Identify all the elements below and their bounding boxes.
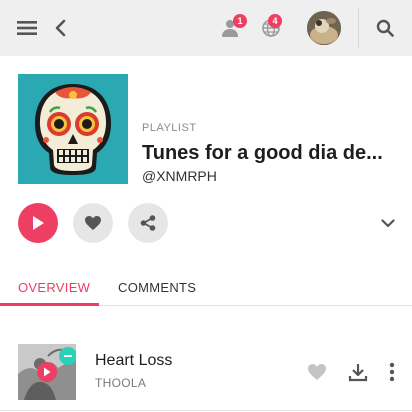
track-favorite-button[interactable] xyxy=(305,361,329,383)
track-artist[interactable]: THOOLA xyxy=(95,376,146,390)
friends-activity-button[interactable]: 4 xyxy=(253,0,289,56)
chevron-down-icon xyxy=(381,218,395,227)
notifications-button[interactable]: 1 xyxy=(214,0,250,56)
avatar xyxy=(307,11,341,45)
playlist-title: Tunes for a good dia de... xyxy=(142,142,383,164)
download-icon xyxy=(348,364,368,382)
track-download-button[interactable] xyxy=(346,360,370,384)
menu-icon xyxy=(17,21,37,35)
track-title[interactable]: Heart Loss xyxy=(95,352,172,370)
track-play-button[interactable] xyxy=(37,362,57,382)
playlist-owner-link[interactable]: @XNMRPH xyxy=(142,168,217,184)
play-button[interactable] xyxy=(18,203,58,243)
track-more-button[interactable] xyxy=(384,360,400,384)
search-icon xyxy=(376,19,394,37)
heart-icon xyxy=(308,364,326,380)
menu-button[interactable] xyxy=(14,0,40,56)
profile-button[interactable] xyxy=(305,0,343,56)
share-button[interactable] xyxy=(128,203,168,243)
list-divider xyxy=(0,410,412,411)
tab-comments[interactable]: COMMENTS xyxy=(118,280,196,295)
notifications-badge: 1 xyxy=(233,14,247,28)
toolbar-divider xyxy=(358,8,359,48)
playlist-type-label: PLAYLIST xyxy=(142,122,197,134)
expand-button[interactable] xyxy=(376,213,400,233)
top-bar: 1 4 xyxy=(0,0,412,56)
active-tab-indicator xyxy=(0,303,99,306)
friends-badge: 4 xyxy=(268,14,282,28)
search-button[interactable] xyxy=(370,0,400,56)
back-arrow-icon xyxy=(55,19,66,37)
sugar-skull-artwork xyxy=(18,74,128,184)
share-icon xyxy=(140,215,156,231)
play-icon xyxy=(33,216,44,230)
back-button[interactable] xyxy=(48,0,72,56)
more-vertical-icon xyxy=(389,362,395,382)
heart-icon xyxy=(85,216,101,230)
tab-overview[interactable]: OVERVIEW xyxy=(18,280,90,295)
playlist-cover xyxy=(18,74,128,184)
favorite-button[interactable] xyxy=(73,203,113,243)
play-icon xyxy=(44,367,51,377)
